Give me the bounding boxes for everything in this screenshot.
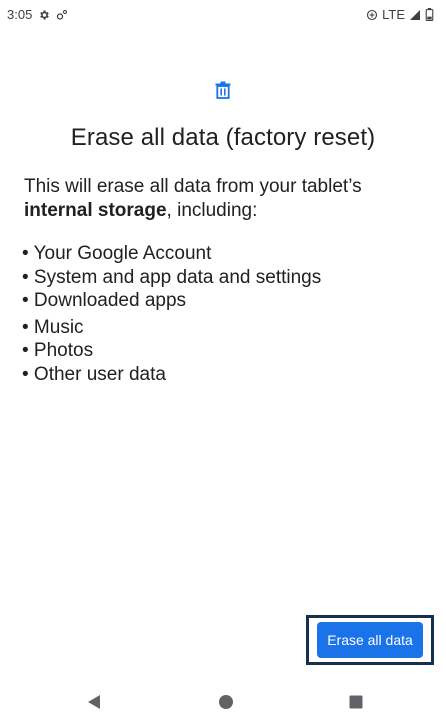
home-button[interactable]	[206, 690, 246, 714]
navigation-bar	[0, 690, 446, 719]
erase-all-data-button[interactable]: Erase all data	[317, 622, 423, 658]
list-item: • Music	[22, 316, 84, 338]
battery-icon	[425, 8, 434, 21]
status-left: 3:05	[7, 7, 68, 22]
list-item: • Your Google Account	[22, 243, 212, 264]
list-item: • Other user data	[22, 363, 166, 385]
home-icon	[219, 695, 233, 709]
erase-items-list: • Your Google Account • System and app d…	[22, 242, 321, 386]
list-item: • Photos	[22, 340, 94, 361]
recents-icon	[349, 695, 363, 709]
recents-button[interactable]	[336, 690, 376, 714]
data-saver-icon	[366, 9, 378, 21]
description-bold: internal storage	[24, 200, 167, 221]
settings-gear-icon	[38, 9, 50, 21]
settings-small-icon	[56, 9, 68, 21]
erase-button-highlight: Erase all data	[306, 615, 434, 665]
description-intro: This will erase all data from your table…	[24, 176, 362, 197]
page-title: Erase all data (factory reset)	[70, 124, 376, 151]
list-item: • System and app data and settings	[22, 266, 322, 288]
back-icon	[88, 695, 100, 709]
trash-icon	[214, 80, 232, 100]
signal-icon	[409, 9, 421, 21]
description-suffix: , including:	[166, 200, 258, 221]
status-bar: 3:05 LTE	[0, 0, 446, 30]
network-type: LTE	[382, 7, 405, 22]
status-time: 3:05	[7, 7, 33, 22]
back-button[interactable]	[74, 690, 114, 714]
description: This will erase all data from your table…	[24, 175, 424, 223]
status-right: LTE	[366, 7, 434, 22]
list-item: • Downloaded apps	[22, 290, 187, 311]
